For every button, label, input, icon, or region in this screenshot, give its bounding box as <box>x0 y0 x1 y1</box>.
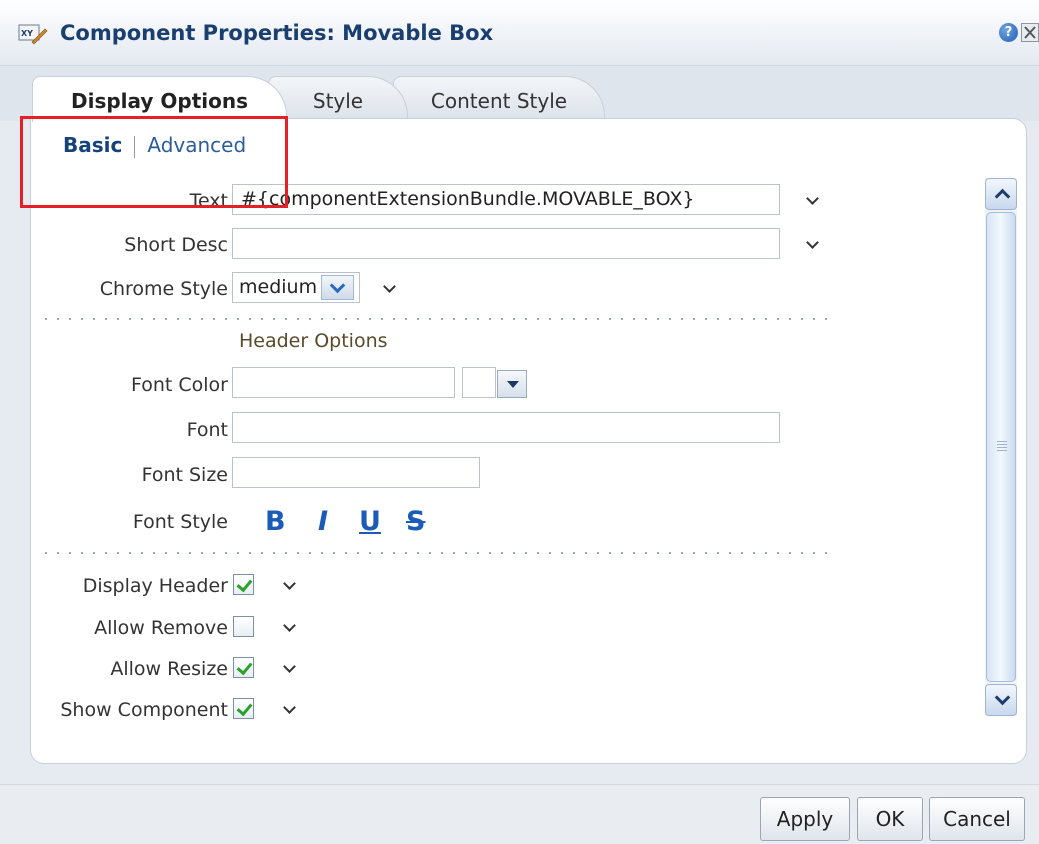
scroll-down-icon[interactable] <box>985 684 1017 716</box>
underline-icon[interactable]: U <box>359 507 381 537</box>
vertical-scrollbar[interactable] <box>985 178 1017 716</box>
short-desc-input[interactable] <box>232 228 780 259</box>
close-icon[interactable] <box>1021 23 1039 42</box>
subnav-basic-link[interactable]: Basic <box>63 133 122 157</box>
text-label: Text <box>189 190 228 212</box>
tab-display-options[interactable]: Display Options <box>32 76 287 122</box>
allow-remove-chevron-down-icon[interactable] <box>283 620 297 634</box>
short-desc-label: Short Desc <box>124 234 228 256</box>
component-properties-dialog: XY Component Properties: Movable Box ? D… <box>0 0 1039 844</box>
allow-resize-checkbox[interactable] <box>233 657 254 678</box>
svg-text:XY: XY <box>21 29 33 38</box>
allow-resize-chevron-down-icon[interactable] <box>283 661 297 675</box>
divider <box>40 552 830 554</box>
divider <box>40 318 830 320</box>
xy-edit-icon: XY <box>18 24 48 45</box>
bold-icon[interactable]: B <box>265 507 286 537</box>
show-component-label: Show Component <box>60 699 228 721</box>
font-size-label: Font Size <box>141 464 228 486</box>
scroll-up-icon[interactable] <box>985 178 1017 210</box>
scrollbar-thumb[interactable] <box>986 212 1016 682</box>
allow-remove-label: Allow Remove <box>94 617 228 639</box>
allow-resize-label: Allow Resize <box>110 658 228 680</box>
font-size-input[interactable] <box>232 457 480 488</box>
color-picker-dropdown-icon[interactable] <box>497 370 527 398</box>
dialog-title: Component Properties: Movable Box <box>60 21 494 45</box>
italic-icon[interactable]: I <box>318 507 328 537</box>
chrome-style-value: medium <box>239 276 318 298</box>
display-header-checkbox[interactable] <box>233 574 254 595</box>
text-chevron-down-icon[interactable] <box>806 193 820 207</box>
scrollbar-grip-icon <box>997 441 1007 451</box>
subnav-separator <box>134 135 136 158</box>
help-icon[interactable]: ? <box>999 23 1018 42</box>
chevron-down-icon[interactable] <box>321 275 354 300</box>
apply-button[interactable]: Apply <box>760 797 850 841</box>
font-color-swatch[interactable] <box>462 367 496 398</box>
font-color-input[interactable] <box>232 367 455 398</box>
strikethrough-icon[interactable]: S <box>406 507 425 537</box>
chrome-style-label: Chrome Style <box>99 278 228 300</box>
font-label: Font <box>186 419 228 441</box>
subnav-advanced-link[interactable]: Advanced <box>147 133 246 157</box>
short-desc-chevron-down-icon[interactable] <box>806 237 820 251</box>
tab-style[interactable]: Style <box>268 76 408 122</box>
show-component-checkbox[interactable] <box>233 698 254 719</box>
display-header-chevron-down-icon[interactable] <box>283 578 297 592</box>
title-bar: XY Component Properties: Movable Box ? <box>0 0 1039 66</box>
font-input[interactable] <box>232 412 780 443</box>
subnav: Basic Advanced <box>63 133 246 158</box>
chrome-style-select[interactable]: medium <box>232 272 360 303</box>
display-header-label: Display Header <box>82 575 228 597</box>
ok-button[interactable]: OK <box>857 797 923 841</box>
header-options-heading: Header Options <box>239 330 388 352</box>
chrome-style-chevron-down-icon[interactable] <box>383 281 397 295</box>
cancel-button[interactable]: Cancel <box>929 797 1025 841</box>
font-style-label: Font Style <box>132 511 228 533</box>
tab-content-style[interactable]: Content Style <box>393 76 605 122</box>
font-color-label: Font Color <box>130 374 228 396</box>
text-input[interactable]: #{componentExtensionBundle.MOVABLE_BOX} <box>232 184 780 215</box>
show-component-chevron-down-icon[interactable] <box>283 702 297 716</box>
allow-remove-checkbox[interactable] <box>233 616 254 637</box>
